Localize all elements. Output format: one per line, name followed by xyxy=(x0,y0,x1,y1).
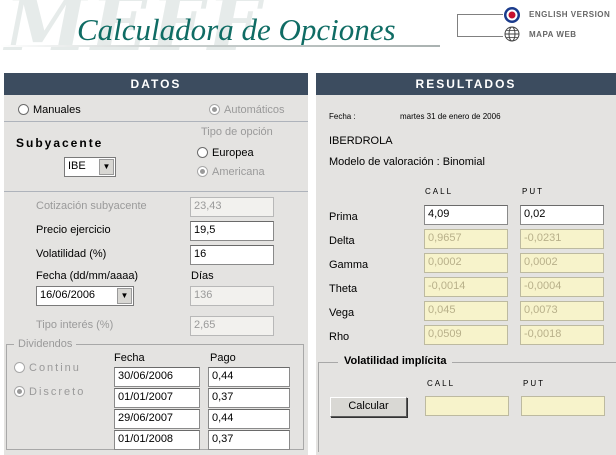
resultados-fecha-label: Fecha : xyxy=(329,112,356,121)
subyacente-label: Subyacente xyxy=(16,136,104,150)
precio-ejercicio-input[interactable]: 19,5 xyxy=(190,221,274,241)
fecha-value: 16/06/2006 xyxy=(40,289,96,301)
header-bracket xyxy=(457,14,458,36)
cotizacion-field: 23,43 xyxy=(190,197,274,217)
gamma-put-field: 0,0002 xyxy=(520,253,604,273)
header-divider xyxy=(0,45,440,47)
theta-put-field: -0,0004 xyxy=(520,277,604,297)
dividendo-pago-input[interactable]: 0,37 xyxy=(208,430,290,450)
theta-label: Theta xyxy=(329,283,358,295)
dividendos-pago-header: Pago xyxy=(210,352,236,364)
dias-label: Días xyxy=(191,270,214,282)
americana-label: Americana xyxy=(212,166,265,178)
vi-call-header: CALL xyxy=(427,379,456,388)
manuales-label: Manuales xyxy=(33,104,81,116)
tipo-interes-field: 2,65 xyxy=(190,316,274,336)
modelo-valoracion: Modelo de valoración : Binomial xyxy=(329,156,485,168)
divider xyxy=(4,191,308,192)
dividendo-fecha-input[interactable]: 30/06/2006 xyxy=(114,367,200,387)
page-title: Calculadora de Opciones xyxy=(77,12,396,47)
theta-call-field: -0,0014 xyxy=(424,277,508,297)
fecha-label: Fecha (dd/mm/aaaa) xyxy=(36,270,139,282)
dividendo-fecha-input[interactable]: 01/01/2007 xyxy=(114,388,200,408)
rho-label: Rho xyxy=(329,331,350,343)
prima-put-field: 0,02 xyxy=(520,205,604,225)
volatilidad-implicita-legend: Volatilidad implícita xyxy=(338,355,453,367)
gamma-label: Gamma xyxy=(329,259,369,271)
calcular-button[interactable]: Calcular xyxy=(330,397,407,417)
datos-panel-title: DATOS xyxy=(4,73,308,95)
header-bracket xyxy=(457,14,503,15)
delta-label: Delta xyxy=(329,235,355,247)
continuo-label: Continu xyxy=(29,362,81,374)
tipo-opcion-label: Tipo de opción xyxy=(201,126,273,138)
dividendo-pago-input[interactable]: 0,37 xyxy=(208,388,290,408)
rho-call-field: 0,0509 xyxy=(424,325,508,345)
english-version-link[interactable]: ENGLISH VERSION xyxy=(529,10,610,19)
automaticos-label: Automáticos xyxy=(224,104,285,116)
subyacente-value: IBE xyxy=(68,160,86,172)
put-header: PUT xyxy=(522,187,544,196)
header-bracket xyxy=(457,36,503,37)
dividendos-fecha-header: Fecha xyxy=(114,352,145,364)
delta-call-field: 0,9657 xyxy=(424,229,508,249)
globe-icon[interactable] xyxy=(504,26,520,42)
prima-label: Prima xyxy=(329,211,358,223)
discreto-radio[interactable] xyxy=(14,386,25,400)
resultados-panel-title: RESULTADOS xyxy=(316,73,616,95)
call-header: CALL xyxy=(425,187,454,196)
vega-label: Vega xyxy=(329,307,355,319)
vi-call-field xyxy=(425,396,509,416)
chevron-down-icon[interactable]: ▼ xyxy=(117,288,132,304)
dividendo-fecha-input[interactable]: 01/01/2008 xyxy=(114,430,200,450)
fecha-select[interactable]: 16/06/2006 ▼ xyxy=(36,286,134,306)
dividendo-pago-input[interactable]: 0,44 xyxy=(208,409,290,429)
dividendo-pago-input[interactable]: 0,44 xyxy=(208,367,290,387)
gamma-call-field: 0,0002 xyxy=(424,253,508,273)
divider xyxy=(4,121,308,122)
rho-put-field: -0,0018 xyxy=(520,325,604,345)
vega-put-field: 0,0073 xyxy=(520,301,604,321)
delta-put-field: -0,0231 xyxy=(520,229,604,249)
automaticos-radio[interactable] xyxy=(209,104,220,118)
continuo-radio[interactable] xyxy=(14,362,25,376)
precio-ejercicio-label: Precio ejercicio xyxy=(36,224,111,236)
dividendos-legend: Dividendos xyxy=(14,338,77,350)
chevron-down-icon[interactable]: ▼ xyxy=(99,159,114,175)
tipo-interes-label: Tipo interés (%) xyxy=(36,319,114,331)
uk-flag-icon[interactable] xyxy=(503,6,521,24)
americana-radio[interactable] xyxy=(197,166,208,180)
vega-call-field: 0,045 xyxy=(424,301,508,321)
mapa-web-link[interactable]: MAPA WEB xyxy=(529,30,577,39)
discreto-label: Discreto xyxy=(29,386,86,398)
vi-put-header: PUT xyxy=(523,379,545,388)
subyacente-select[interactable]: IBE ▼ xyxy=(64,157,116,177)
dividendo-fecha-input[interactable]: 29/06/2007 xyxy=(114,409,200,429)
resultados-fecha-value: martes 31 de enero de 2006 xyxy=(400,112,501,121)
volatilidad-label: Volatilidad (%) xyxy=(36,248,107,260)
prima-call-field: 4,09 xyxy=(424,205,508,225)
vi-put-field xyxy=(521,396,605,416)
europea-label: Europea xyxy=(212,147,254,159)
europea-radio[interactable] xyxy=(197,147,208,161)
volatilidad-input[interactable]: 16 xyxy=(190,245,274,265)
manuales-radio[interactable] xyxy=(18,104,29,118)
cotizacion-label: Cotización subyacente xyxy=(36,200,147,212)
company-name: IBERDROLA xyxy=(329,135,393,147)
dias-field: 136 xyxy=(190,286,274,306)
